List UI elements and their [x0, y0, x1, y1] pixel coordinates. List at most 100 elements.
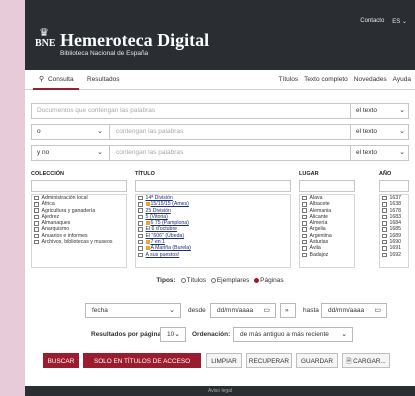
per-page-select[interactable]: 10 ⌄ [160, 327, 186, 342]
operator-select-2-value: o [37, 128, 41, 135]
checkbox[interactable] [302, 239, 307, 245]
checkbox[interactable] [382, 246, 387, 251]
field-select-3[interactable]: el texto ⌄ [350, 146, 410, 160]
checkbox[interactable] [34, 208, 39, 213]
site-footer[interactable]: Aviso legal [25, 386, 415, 396]
checkbox[interactable] [138, 202, 143, 207]
acceso-libre-button[interactable]: SOLO EN TÍTULOS DE ACCESO LIBRE [83, 353, 201, 380]
nav-link-texto-completo[interactable]: Texto completo [304, 70, 348, 90]
checkbox[interactable] [138, 195, 143, 201]
operator-select-2[interactable]: o ⌄ [32, 125, 110, 139]
field-select-2[interactable]: el texto ⌄ [350, 125, 410, 139]
operator-select-3[interactable]: y no ⌄ [32, 146, 110, 160]
tab-resultados[interactable]: Resultados [87, 70, 120, 90]
checkbox[interactable] [382, 221, 387, 226]
limpiar-button[interactable]: LIMPIAR [206, 353, 242, 368]
checkbox[interactable] [138, 214, 143, 220]
list-item[interactable]: Badajoz [300, 252, 354, 258]
checkbox[interactable] [138, 233, 143, 239]
checkbox[interactable] [34, 227, 39, 232]
facet-list-coleccion[interactable]: Administración local África Agricultura … [31, 194, 127, 268]
checkbox[interactable] [302, 208, 307, 213]
search-input-3[interactable]: contengan las palabras [116, 146, 183, 160]
list-item[interactable]: A sus puestos! [136, 252, 290, 258]
field-select-1[interactable]: el texto ⌄ [350, 104, 410, 118]
checkbox[interactable] [138, 239, 143, 245]
tab-consulta[interactable]: ⚲ Consulta [33, 70, 79, 90]
facet-filter-coleccion[interactable] [31, 180, 127, 192]
search-input-1[interactable]: Documentos que contengan las palabras [37, 104, 155, 118]
chevron-down-icon: ⌄ [399, 149, 405, 156]
checkbox[interactable] [34, 214, 39, 220]
free-access-icon [145, 246, 150, 251]
calendar-icon[interactable]: ▭ [374, 304, 381, 317]
checkbox[interactable] [302, 233, 307, 239]
checkbox[interactable] [302, 246, 307, 251]
bne-logo[interactable]: ♛ BNE [35, 28, 56, 49]
checkbox[interactable] [138, 252, 143, 258]
checkbox[interactable] [382, 195, 387, 201]
facet-filter-titulo[interactable] [135, 180, 291, 192]
calendar-icon[interactable]: ▭ [263, 304, 270, 317]
site-title[interactable]: Hemeroteca Digital [60, 30, 209, 51]
checkbox[interactable] [382, 208, 387, 213]
checkbox[interactable] [382, 252, 387, 258]
radio-ejemplares[interactable] [210, 277, 216, 283]
radio-paginas[interactable] [254, 277, 260, 283]
checkbox[interactable] [382, 214, 387, 220]
checkbox[interactable] [34, 195, 39, 201]
radio-titulos-label[interactable]: Títulos [187, 277, 207, 284]
order-select[interactable]: de más antiguo a más reciente ⌄ [233, 327, 353, 342]
checkbox[interactable] [302, 252, 307, 258]
list-item[interactable]: Archivos, bibliotecas y museos [32, 239, 126, 245]
free-access-icon [145, 240, 150, 245]
checkbox[interactable] [138, 208, 143, 213]
list-item[interactable]: 1692 [380, 252, 408, 258]
cargar-button[interactable]: 🗎 CARGAR... [342, 353, 390, 368]
checkbox[interactable] [302, 221, 307, 226]
checkbox[interactable] [302, 195, 307, 201]
search-input-2[interactable]: contengan las palabras [116, 125, 183, 139]
contact-link[interactable]: Contacto [360, 18, 384, 25]
checkbox[interactable] [138, 227, 143, 232]
facet-list-titulo[interactable]: 14ª División 15/15/15 (Ames) 25 División… [135, 194, 291, 268]
field-select-3-value: el texto [356, 149, 377, 156]
chevron-down-icon: ⌄ [97, 128, 103, 135]
checkbox[interactable] [302, 214, 307, 220]
language-selector[interactable]: ES ⌄ [392, 18, 407, 25]
checkbox[interactable] [382, 227, 387, 232]
nav-link-novedades[interactable]: Novedades [354, 70, 387, 90]
recuperar-button[interactable]: RECUPERAR [246, 353, 292, 368]
date-field-select[interactable]: fecha ⌄ [85, 303, 181, 318]
radio-paginas-label[interactable]: Páginas [260, 277, 284, 284]
guardar-button[interactable]: GUARDAR [296, 353, 338, 368]
swap-dates-button[interactable]: » [280, 303, 296, 318]
title-link[interactable]: A sus puestos! [146, 252, 180, 258]
checkbox[interactable] [138, 221, 143, 226]
desde-date-input[interactable]: dd/mm/aaaa ▭ [210, 303, 276, 318]
nav-link-ayuda[interactable]: Ayuda [393, 70, 411, 90]
checkbox[interactable] [138, 246, 143, 251]
operator-select-3-value: y no [37, 149, 50, 156]
free-access-icon [145, 202, 150, 207]
checkbox[interactable] [302, 227, 307, 232]
checkbox[interactable] [34, 202, 39, 207]
radio-titulos[interactable] [180, 277, 186, 283]
facet-filter-lugar[interactable] [299, 180, 355, 192]
search-row-1: Documentos que contengan las palabras el… [31, 103, 409, 119]
checkbox[interactable] [302, 202, 307, 207]
facet-list-lugar[interactable]: Álava Albacete Alemania Alicante Almería… [299, 194, 355, 268]
checkbox[interactable] [34, 221, 39, 226]
radio-ejemplares-label[interactable]: Ejemplares [217, 277, 250, 284]
checkbox[interactable] [382, 239, 387, 245]
checkbox[interactable] [382, 202, 387, 207]
facet-filter-ano[interactable] [379, 180, 409, 192]
hasta-date-input[interactable]: dd/mm/aaaa ▭ [321, 303, 387, 318]
facet-list-ano[interactable]: 1637 1638 1678 1683 1684 1685 1689 1690 … [379, 194, 409, 268]
checkbox[interactable] [382, 233, 387, 239]
nav-link-titulos[interactable]: Títulos [279, 70, 299, 90]
checkbox[interactable] [34, 233, 39, 239]
buscar-button[interactable]: BUSCAR [43, 353, 79, 368]
checkbox[interactable] [34, 239, 39, 245]
cargar-label: CARGAR... [353, 358, 386, 365]
